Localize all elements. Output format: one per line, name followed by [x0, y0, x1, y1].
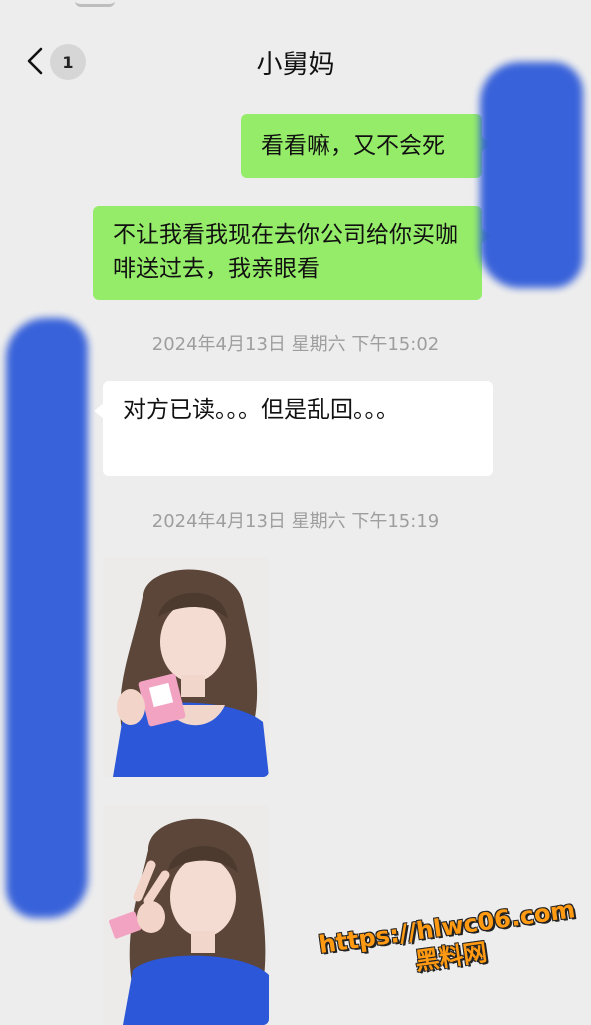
selfie-image: [103, 557, 269, 777]
status-bar-remnant: [75, 0, 115, 7]
message-bubble-sent[interactable]: 看看嘛，又不会死: [241, 114, 491, 178]
bubble-tail: [94, 403, 104, 419]
message-timestamp: 2024年4月13日 星期六 下午15:02: [151, 334, 440, 355]
message-text: 对方已读。。。但是乱回。。。: [123, 397, 399, 423]
site-watermark: https://hlwc06.com 黑料网: [315, 894, 583, 990]
message-photo[interactable]: [103, 557, 269, 777]
redaction-mark: [480, 62, 583, 288]
message-bubble-received[interactable]: 对方已读。。。但是乱回。。。: [94, 381, 493, 476]
message-bubble-sent[interactable]: 不让我看我现在去你公司给你买咖啡送过去，我亲眼看: [93, 206, 491, 300]
message-timestamp: 2024年4月13日 星期六 下午15:19: [151, 511, 440, 532]
message-text: 不让我看我现在去你公司给你买咖啡送过去，我亲眼看: [113, 222, 458, 282]
redaction-mark: [6, 318, 88, 918]
selfie-image: [103, 805, 269, 1025]
message-photo[interactable]: [103, 805, 269, 1025]
message-text: 看看嘛，又不会死: [261, 133, 445, 159]
